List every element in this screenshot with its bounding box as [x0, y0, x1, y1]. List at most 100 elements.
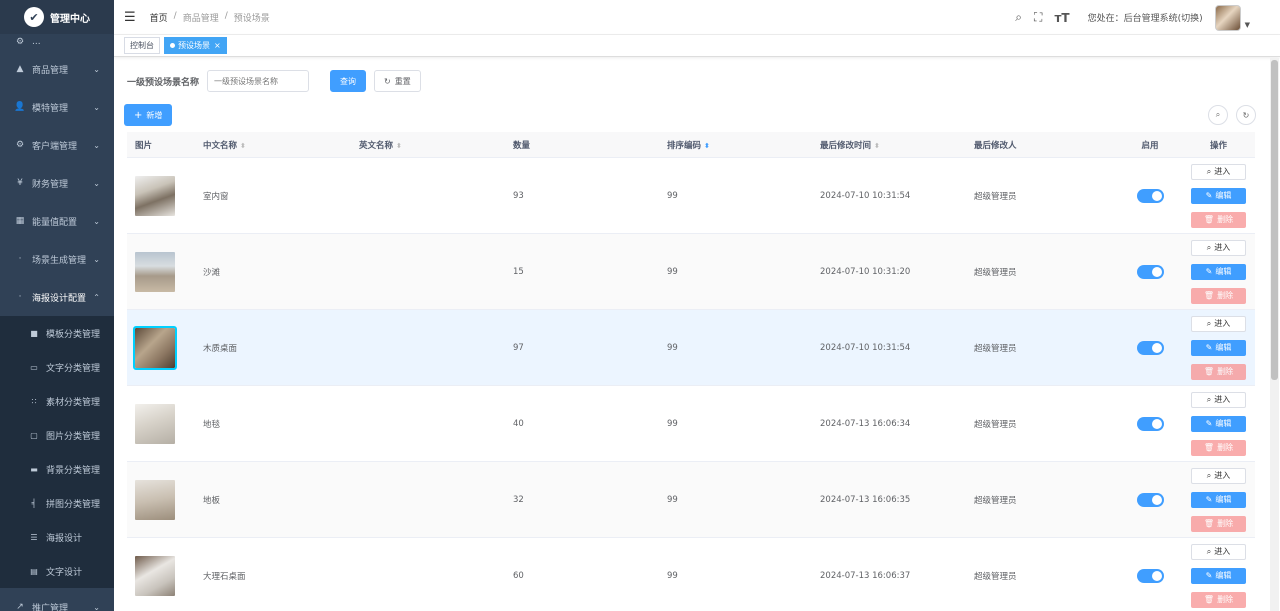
enabled-toggle[interactable] — [1136, 188, 1164, 203]
header-cn-name[interactable]: 中文名称 ⬍ — [195, 139, 351, 151]
scene-thumbnail[interactable] — [135, 479, 175, 520]
sidebar-item-clients[interactable]: ⚙ 客户端管理 ⌄ — [0, 126, 114, 164]
enter-button[interactable]: ⌕ 进入 — [1191, 543, 1246, 560]
page-scrollbar[interactable] — [1270, 58, 1279, 611]
tag-icon: ▲ — [16, 64, 24, 74]
active-dot-icon — [170, 43, 175, 48]
sidebar-item-text-category[interactable]: ▭ 文字分类管理 — [0, 350, 114, 384]
refresh-icon[interactable]: ↻ — [1236, 105, 1256, 125]
sidebar-item-poster[interactable]: · 海报设计配置 ⌃ — [0, 278, 114, 316]
sidebar-item-background-category[interactable]: ▬ 背景分类管理 — [0, 452, 114, 486]
edit-icon: ✎ — [1205, 191, 1213, 200]
scene-thumbnail[interactable] — [133, 325, 177, 370]
table-row[interactable]: 大理石桌面 60 99 2024-07-13 16:06:37 超级管理员 ⌕ 进… — [127, 538, 1255, 611]
close-icon[interactable]: × — [214, 41, 221, 50]
delete-button[interactable]: 🗑 删除 — [1191, 287, 1246, 304]
puzzle-icon: ╡ — [31, 498, 37, 508]
edit-button[interactable]: ✎ 编辑 — [1191, 491, 1246, 508]
table-row[interactable]: 室内窗 93 99 2024-07-10 10:31:54 超级管理员 ⌕ 进入 … — [127, 158, 1255, 234]
edit-button[interactable]: ✎ 编辑 — [1191, 415, 1246, 432]
cell-quantity: 60 — [513, 570, 524, 581]
header-en-name[interactable]: 英文名称 ⬍ — [351, 139, 505, 151]
enabled-toggle[interactable] — [1136, 568, 1164, 583]
chevron-down-icon: ⌄ — [93, 64, 100, 74]
table-row[interactable]: 沙滩 15 99 2024-07-10 10:31:20 超级管理员 ⌕ 进入 ✎… — [127, 234, 1255, 310]
edit-button[interactable]: ✎ 编辑 — [1191, 567, 1246, 584]
edit-button[interactable]: ✎ 编辑 — [1191, 339, 1246, 356]
header-modified-time[interactable]: 最后修改时间 ⬍ — [812, 139, 966, 151]
font-size-icon[interactable]: тT — [1054, 11, 1069, 25]
delete-button[interactable]: 🗑 删除 — [1191, 363, 1246, 380]
sidebar-item-promotion[interactable]: ↗ 推广管理 ⌄ — [0, 588, 114, 611]
sidebar-item-finance[interactable]: ¥ 财务管理 ⌄ — [0, 164, 114, 202]
sort-icon[interactable]: ⬍ — [704, 142, 710, 150]
cell-modified-by: 超级管理员 — [974, 343, 1017, 354]
sidebar-item-scene[interactable]: · 场景生成管理 ⌄ — [0, 240, 114, 278]
hamburger-icon[interactable]: ☰ — [124, 10, 136, 25]
logo-icon: ✔ — [24, 7, 44, 27]
search-icon[interactable]: ⌕ — [1015, 10, 1022, 25]
scene-thumbnail[interactable] — [135, 555, 175, 596]
sidebar-item-partial[interactable]: ⚙ ... — [0, 34, 114, 50]
sort-icon[interactable]: ⬍ — [240, 142, 246, 150]
query-button[interactable]: 查询 — [330, 70, 367, 92]
cell-cn-name: 木质桌面 — [203, 343, 238, 354]
cell-modified-time: 2024-07-10 10:31:54 — [820, 190, 911, 201]
table-row[interactable]: 地板 32 99 2024-07-13 16:06:35 超级管理员 ⌕ 进入 ✎… — [127, 462, 1255, 538]
delete-button[interactable]: 🗑 删除 — [1191, 211, 1246, 228]
sidebar-item-text-design[interactable]: ▤ 文字设计 — [0, 554, 114, 588]
enter-button[interactable]: ⌕ 进入 — [1191, 391, 1246, 408]
sidebar-item-poster-design[interactable]: ☰ 海报设计 — [0, 520, 114, 554]
scene-thumbnail[interactable] — [135, 251, 175, 292]
caret-down-icon[interactable]: ▼ — [1245, 21, 1250, 29]
cell-cn-name: 地板 — [203, 495, 221, 506]
enabled-toggle[interactable] — [1136, 492, 1164, 507]
tag-preset-scene[interactable]: 预设场景 × — [164, 37, 227, 54]
sort-icon[interactable]: ⬍ — [396, 142, 402, 150]
scene-table: 图片 中文名称 ⬍ 英文名称 ⬍ 数量 排序编码 ⬍ 最后修改时间 ⬍ 最后修改人 启用… — [127, 132, 1255, 611]
breadcrumb-goods[interactable]: 商品管理 — [183, 11, 219, 24]
enter-button[interactable]: ⌕ 进入 — [1191, 467, 1246, 484]
enter-button[interactable]: ⌕ 进入 — [1191, 163, 1246, 180]
scrollbar-thumb[interactable] — [1271, 60, 1278, 380]
table-row[interactable]: 木质桌面 97 99 2024-07-10 10:31:54 超级管理员 ⌕ 进入… — [127, 310, 1255, 386]
sidebar-item-image-category[interactable]: ▢ 图片分类管理 — [0, 418, 114, 452]
sidebar-item-puzzle-category[interactable]: ╡ 拼图分类管理 — [0, 486, 114, 520]
search-input[interactable] — [207, 70, 310, 92]
sidebar-item-energy[interactable]: ▦ 能量值配置 ⌄ — [0, 202, 114, 240]
sidebar-item-material-category[interactable]: ∷ 素材分类管理 — [0, 384, 114, 418]
edit-button[interactable]: ✎ 编辑 — [1191, 187, 1246, 204]
delete-button[interactable]: 🗑 删除 — [1191, 515, 1246, 532]
enabled-toggle[interactable] — [1136, 416, 1164, 431]
sidebar-item-goods[interactable]: ▲ 商品管理 ⌄ — [0, 50, 114, 88]
search-icon: ⌕ — [1206, 470, 1212, 480]
scene-thumbnail[interactable] — [135, 403, 175, 444]
add-button[interactable]: + 新增 — [124, 104, 173, 126]
sidebar-item-models[interactable]: 👤 模特管理 ⌄ — [0, 88, 114, 126]
app-title: 管理中心 — [50, 13, 90, 25]
reset-button[interactable]: ↻ 重置 — [374, 70, 421, 92]
delete-button[interactable]: 🗑 删除 — [1191, 439, 1246, 456]
table-row[interactable]: 地毯 40 99 2024-07-13 16:06:34 超级管理员 ⌕ 进入 ✎… — [127, 386, 1255, 462]
toggle-search-icon[interactable]: ⌕ — [1208, 105, 1228, 125]
sort-icon[interactable]: ⬍ — [874, 142, 880, 150]
edit-icon: ✎ — [1205, 267, 1213, 276]
sliders-icon: ☰ — [30, 532, 38, 542]
enter-button[interactable]: ⌕ 进入 — [1191, 315, 1246, 332]
enabled-toggle[interactable] — [1136, 264, 1164, 279]
app-logo[interactable]: ✔ 管理中心 — [0, 0, 114, 34]
delete-button[interactable]: 🗑 删除 — [1191, 591, 1246, 608]
scene-thumbnail[interactable] — [135, 175, 175, 216]
fullscreen-icon[interactable]: ⛶ — [1034, 10, 1042, 25]
header-sort-code[interactable]: 排序编码 ⬍ — [659, 139, 812, 151]
system-location[interactable]: 您处在：后台管理系统(切换) — [1088, 11, 1203, 24]
sidebar-item-template-category[interactable]: ■ 模板分类管理 — [0, 316, 114, 350]
cell-quantity: 32 — [513, 494, 524, 505]
avatar[interactable] — [1214, 4, 1241, 31]
cell-sort-code: 99 — [667, 190, 678, 201]
enabled-toggle[interactable] — [1136, 340, 1164, 355]
edit-button[interactable]: ✎ 编辑 — [1191, 263, 1246, 280]
breadcrumb-home[interactable]: 首页 — [150, 11, 168, 24]
tag-console[interactable]: 控制台 — [124, 37, 160, 54]
enter-button[interactable]: ⌕ 进入 — [1191, 239, 1246, 256]
